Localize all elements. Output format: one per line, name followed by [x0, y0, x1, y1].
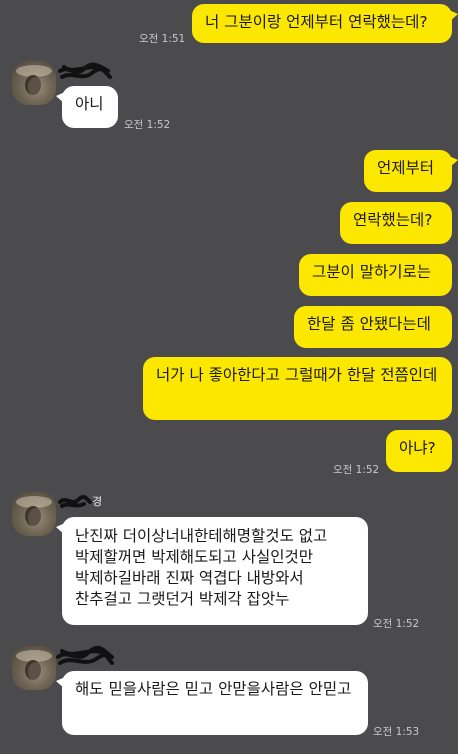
sender-name-fragment: 경: [92, 495, 103, 508]
message-timestamp: 오전 1:53: [373, 726, 420, 738]
sender-avatar[interactable]: [12, 492, 56, 536]
message-timestamp: 오전 1:51: [139, 33, 186, 45]
message-timestamp: 오전 1:52: [124, 119, 171, 131]
message-timestamp: 오전 1:52: [373, 618, 420, 630]
redacted-name-scribble-icon: [58, 494, 92, 508]
incoming-message-bubble[interactable]: 아니: [56, 86, 118, 128]
outgoing-message-bubble[interactable]: 너 그분이랑 언제부터 연락했는데?: [192, 4, 458, 43]
outgoing-message-bubble[interactable]: 그분이 말하기로는: [299, 254, 452, 296]
outgoing-message-bubble[interactable]: 아냐?: [386, 430, 452, 472]
incoming-message-bubble[interactable]: 해도 믿을사람은 믿고 안맏을사람은 안믿고: [56, 671, 368, 735]
redacted-name-scribble-icon: [58, 62, 112, 79]
outgoing-message-bubble[interactable]: 연락했는데?: [340, 202, 452, 244]
incoming-message-bubble[interactable]: 난진짜 더이상너내한테해명할것도 없고 박제할꺼면 박제해도되고 사실인것만 박…: [56, 517, 368, 625]
chat-screen: { "messages": { "m1": { "text": "너 그분이랑 …: [0, 0, 458, 754]
sender-avatar[interactable]: [12, 61, 56, 105]
outgoing-message-bubble[interactable]: 언제부터: [364, 150, 458, 192]
sender-avatar[interactable]: [12, 646, 56, 690]
redacted-name-scribble-icon: [56, 645, 114, 665]
outgoing-message-bubble[interactable]: 한달 좀 안됐다는데: [294, 306, 452, 348]
outgoing-message-bubble[interactable]: 너가 나 좋아한다고 그럴때가 한달 전쯤인데: [143, 357, 452, 420]
message-timestamp: 오전 1:52: [333, 464, 380, 476]
